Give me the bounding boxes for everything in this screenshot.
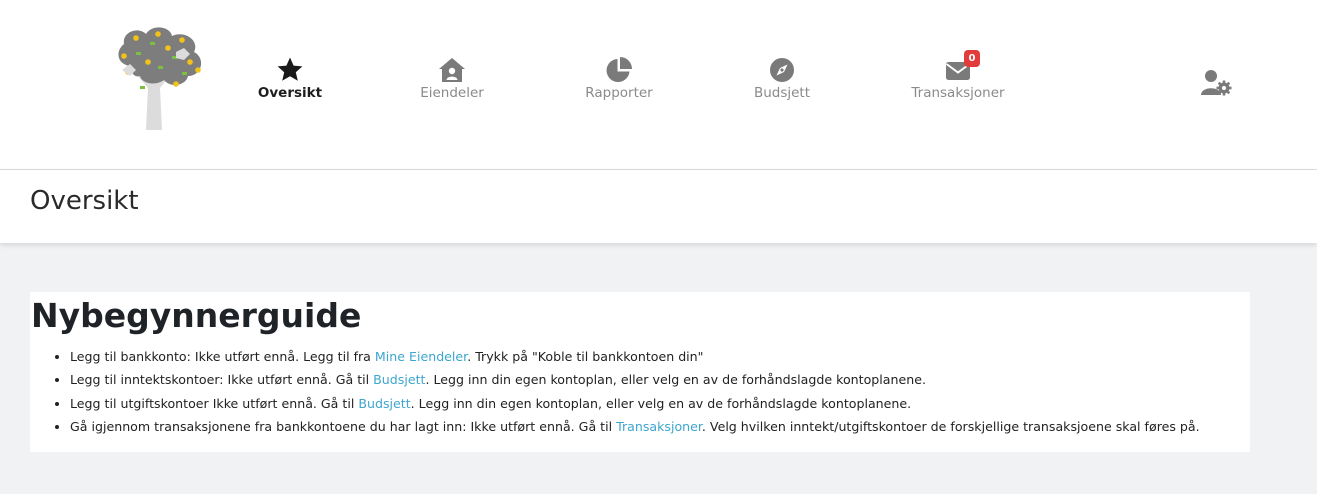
nav-item-transaksjoner[interactable]: 0 Transaksjoner (878, 50, 1038, 108)
guide-list: Legg til bankkonto: Ikke utført ennå. Le… (30, 345, 1200, 438)
link-transaksjoner[interactable]: Transaksjoner (616, 419, 702, 434)
nav-label-rapporter: Rapporter (585, 85, 653, 101)
nav-item-eiendeler[interactable]: Eiendeler (372, 56, 532, 108)
notification-badge: 0 (964, 50, 980, 67)
nav-label-oversikt: Oversikt (257, 85, 323, 101)
user-cog-icon (1200, 70, 1234, 102)
pie-chart-icon (605, 56, 633, 84)
guide-title: Nybegynnerguide (31, 296, 362, 335)
guide-item-income-accounts: Legg til inntektskontoer: Ikke utført en… (70, 368, 1200, 391)
nav-item-rapporter[interactable]: Rapporter (539, 56, 699, 108)
link-budsjett[interactable]: Budsjett (358, 396, 410, 411)
nav-label-budsjett: Budsjett (753, 85, 811, 101)
guide-item-expense-accounts: Legg til utgiftskontoer Ikke utført ennå… (70, 392, 1200, 415)
compass-icon (768, 56, 796, 84)
envelope-icon: 0 (944, 50, 980, 84)
tree-logo-icon[interactable] (112, 26, 206, 132)
page-title: Oversikt (30, 186, 139, 216)
guide-item-review-transactions: Gå igjennom transaksjonene fra bankkonto… (70, 415, 1200, 438)
link-budsjett[interactable]: Budsjett (373, 372, 425, 387)
beginner-guide-card: Nybegynnerguide Legg til bankkonto: Ikke… (30, 292, 1250, 452)
nav-item-oversikt[interactable]: Oversikt (210, 56, 370, 108)
top-navigation-bar: Oversikt Eiendeler Rapporter Budsjett 0 … (0, 0, 1317, 170)
page-header (0, 170, 1317, 243)
guide-item-bank-account: Legg til bankkonto: Ikke utført ennå. Le… (70, 345, 1200, 368)
nav-label-eiendeler: Eiendeler (420, 85, 484, 101)
house-user-icon (438, 56, 466, 84)
user-settings-button[interactable] (1200, 68, 1234, 98)
link-mine-eiendeler[interactable]: Mine Eiendeler (375, 349, 467, 364)
nav-label-transaksjoner: Transaksjoner (911, 85, 1005, 101)
star-icon (276, 56, 304, 84)
nav-item-budsjett[interactable]: Budsjett (702, 56, 862, 108)
